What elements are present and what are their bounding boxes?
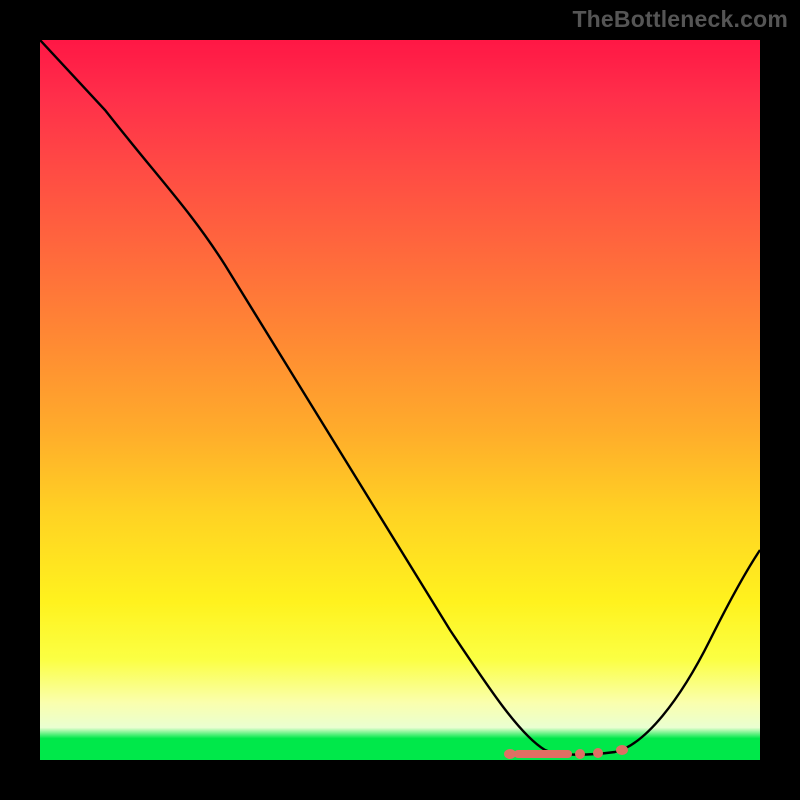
plot-area — [40, 40, 760, 760]
bottleneck-curve — [40, 40, 760, 755]
watermark-text: TheBottleneck.com — [572, 6, 788, 33]
curve-layer — [40, 40, 760, 760]
chart-frame: TheBottleneck.com — [0, 0, 800, 800]
